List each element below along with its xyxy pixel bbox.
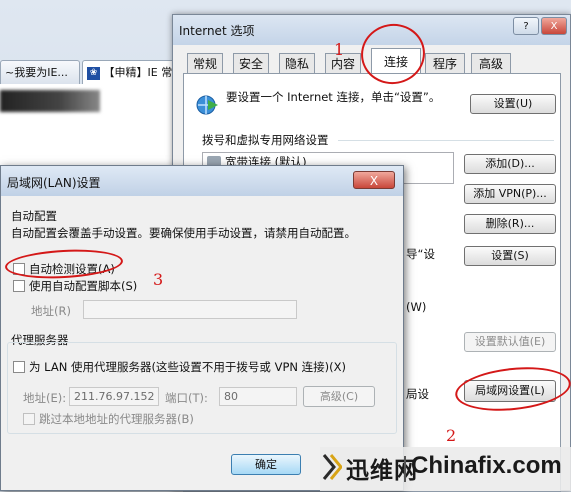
watermark-logo-icon — [322, 451, 343, 483]
port-label: 端口(T): — [165, 391, 208, 405]
tab-programs[interactable]: 程序 — [425, 53, 465, 73]
help-button[interactable]: ? — [513, 17, 539, 35]
lan-settings-dialog: 局域网(LAN)设置 X 自动配置 自动配置会覆盖手动设置。要确保使用手动设置，… — [0, 165, 404, 491]
internet-globe-icon — [194, 94, 220, 116]
dialup-vpn-group-label: 拨号和虚拟专用网络设置 — [202, 133, 329, 147]
auto-config-description: 自动配置会覆盖手动设置。要确保使用手动设置，请禁用自动配置。 — [11, 226, 356, 240]
annotation-number-1: 1 — [334, 40, 345, 59]
delete-button[interactable]: 删除(R)... — [464, 214, 556, 234]
ok-button[interactable]: 确定 — [231, 454, 301, 475]
script-address-input[interactable] — [83, 300, 297, 319]
setup-button[interactable]: 设置(U) — [470, 94, 556, 114]
add-vpn-button[interactable]: 添加 VPN(P)... — [464, 184, 556, 204]
bypass-local-label[interactable]: 跳过本地地址的代理服务器(B) — [39, 411, 194, 427]
partial-text-2: (W) — [406, 300, 427, 314]
partial-text-1: 导“设 — [406, 247, 435, 261]
settings-button[interactable]: 设置(S) — [464, 246, 556, 266]
lan-dialog-close-button[interactable]: X — [353, 171, 395, 189]
internet-options-title: Internet 选项 — [179, 24, 255, 38]
annotation-number-3: 3 — [153, 270, 164, 289]
proxy-address-label: 地址(E): — [23, 391, 67, 405]
watermark-cn-text: 迅维网 — [346, 458, 418, 484]
browser-tab-1-label: ~我要为IE... — [5, 66, 68, 79]
bypass-local-checkbox[interactable] — [23, 413, 35, 425]
tab-security[interactable]: 安全 — [233, 53, 269, 73]
use-proxy-checkbox[interactable] — [13, 361, 25, 373]
paw-icon: ❀ — [87, 66, 100, 80]
auto-config-header: 自动配置 — [11, 209, 57, 223]
browser-tab-2-label: 【申精】IE 常 — [103, 66, 173, 79]
use-script-label[interactable]: 使用自动配置脚本(S) — [29, 278, 137, 294]
browser-tab-2[interactable]: ❀ 【申精】IE 常 — [82, 60, 180, 84]
use-script-checkbox[interactable] — [13, 280, 25, 292]
tab-privacy[interactable]: 隐私 — [279, 53, 315, 73]
tab-general[interactable]: 常规 — [187, 53, 223, 73]
browser-tab-1[interactable]: ~我要为IE... — [0, 60, 80, 84]
lan-dialog-title: 局域网(LAN)设置 — [7, 176, 101, 190]
group-divider — [338, 140, 554, 141]
watermark-en-text: Chinafix.com — [411, 452, 562, 479]
partial-text-3: 局设 — [406, 387, 429, 401]
advanced-button[interactable]: 高级(C) — [303, 386, 375, 407]
tab-advanced[interactable]: 高级 — [471, 53, 511, 73]
add-button[interactable]: 添加(D)... — [464, 154, 556, 174]
port-input[interactable]: 80 — [219, 387, 297, 406]
proxy-address-input[interactable]: 211.76.97.152 — [69, 387, 159, 406]
internet-options-close-button[interactable]: X — [541, 17, 567, 35]
annotation-number-2: 2 — [446, 426, 457, 445]
blurred-content — [0, 90, 100, 112]
use-proxy-label[interactable]: 为 LAN 使用代理服务器(这些设置不用于拨号或 VPN 连接)(X) — [29, 359, 346, 375]
watermark-separator — [404, 456, 406, 482]
script-address-label: 地址(R) — [31, 304, 71, 318]
setup-connection-text: 要设置一个 Internet 连接，单击“设置”。 — [226, 90, 441, 104]
set-default-button[interactable]: 设置默认值(E) — [464, 332, 556, 352]
